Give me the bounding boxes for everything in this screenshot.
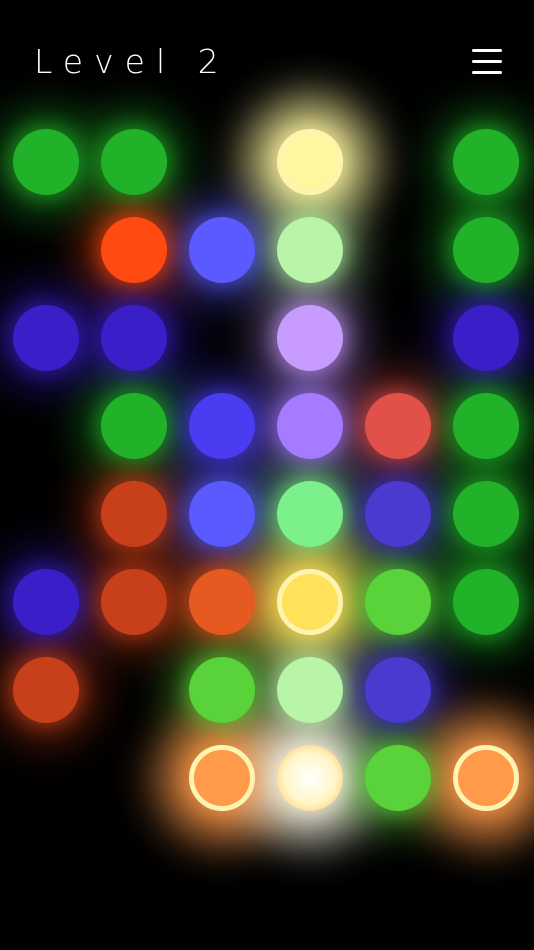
dot-r3-c2[interactable] (189, 393, 255, 459)
dot-r6-c3[interactable] (277, 657, 343, 723)
dot-r1-c3[interactable] (277, 217, 343, 283)
dot-r5-c4[interactable] (365, 569, 431, 635)
dot-r2-c1[interactable] (101, 305, 167, 371)
dot-r4-c1[interactable] (101, 481, 167, 547)
dot-r0-c5[interactable] (453, 129, 519, 195)
dot-r2-c3[interactable] (277, 305, 343, 371)
dot-r7-c5[interactable] (453, 745, 519, 811)
dot-r7-c2[interactable] (189, 745, 255, 811)
dot-r1-c1[interactable] (101, 217, 167, 283)
dot-r4-c3[interactable] (277, 481, 343, 547)
dot-r4-c5[interactable] (453, 481, 519, 547)
glow-layer (0, 0, 534, 950)
dot-r1-c5[interactable] (453, 217, 519, 283)
dot-r6-c0[interactable] (13, 657, 79, 723)
dot-r6-c4[interactable] (365, 657, 431, 723)
dot-r5-c5[interactable] (453, 569, 519, 635)
dot-grid (0, 0, 534, 950)
dot-r5-c3[interactable] (277, 569, 343, 635)
dot-r1-c2[interactable] (189, 217, 255, 283)
game-screen: Level 2 (0, 0, 534, 950)
dot-r2-c0[interactable] (13, 305, 79, 371)
dot-r0-c1[interactable] (101, 129, 167, 195)
dot-r5-c0[interactable] (13, 569, 79, 635)
dot-r6-c2[interactable] (189, 657, 255, 723)
dot-r5-c1[interactable] (101, 569, 167, 635)
dot-r0-c3[interactable] (277, 129, 343, 195)
dot-r4-c2[interactable] (189, 481, 255, 547)
dot-r3-c3[interactable] (277, 393, 343, 459)
dot-r2-c5[interactable] (453, 305, 519, 371)
dot-r3-c5[interactable] (453, 393, 519, 459)
dot-r7-c4[interactable] (365, 745, 431, 811)
dot-r5-c2[interactable] (189, 569, 255, 635)
dot-r3-c4[interactable] (365, 393, 431, 459)
dot-r0-c0[interactable] (13, 129, 79, 195)
dot-r3-c1[interactable] (101, 393, 167, 459)
dot-r4-c4[interactable] (365, 481, 431, 547)
dot-r7-c3[interactable] (277, 745, 343, 811)
